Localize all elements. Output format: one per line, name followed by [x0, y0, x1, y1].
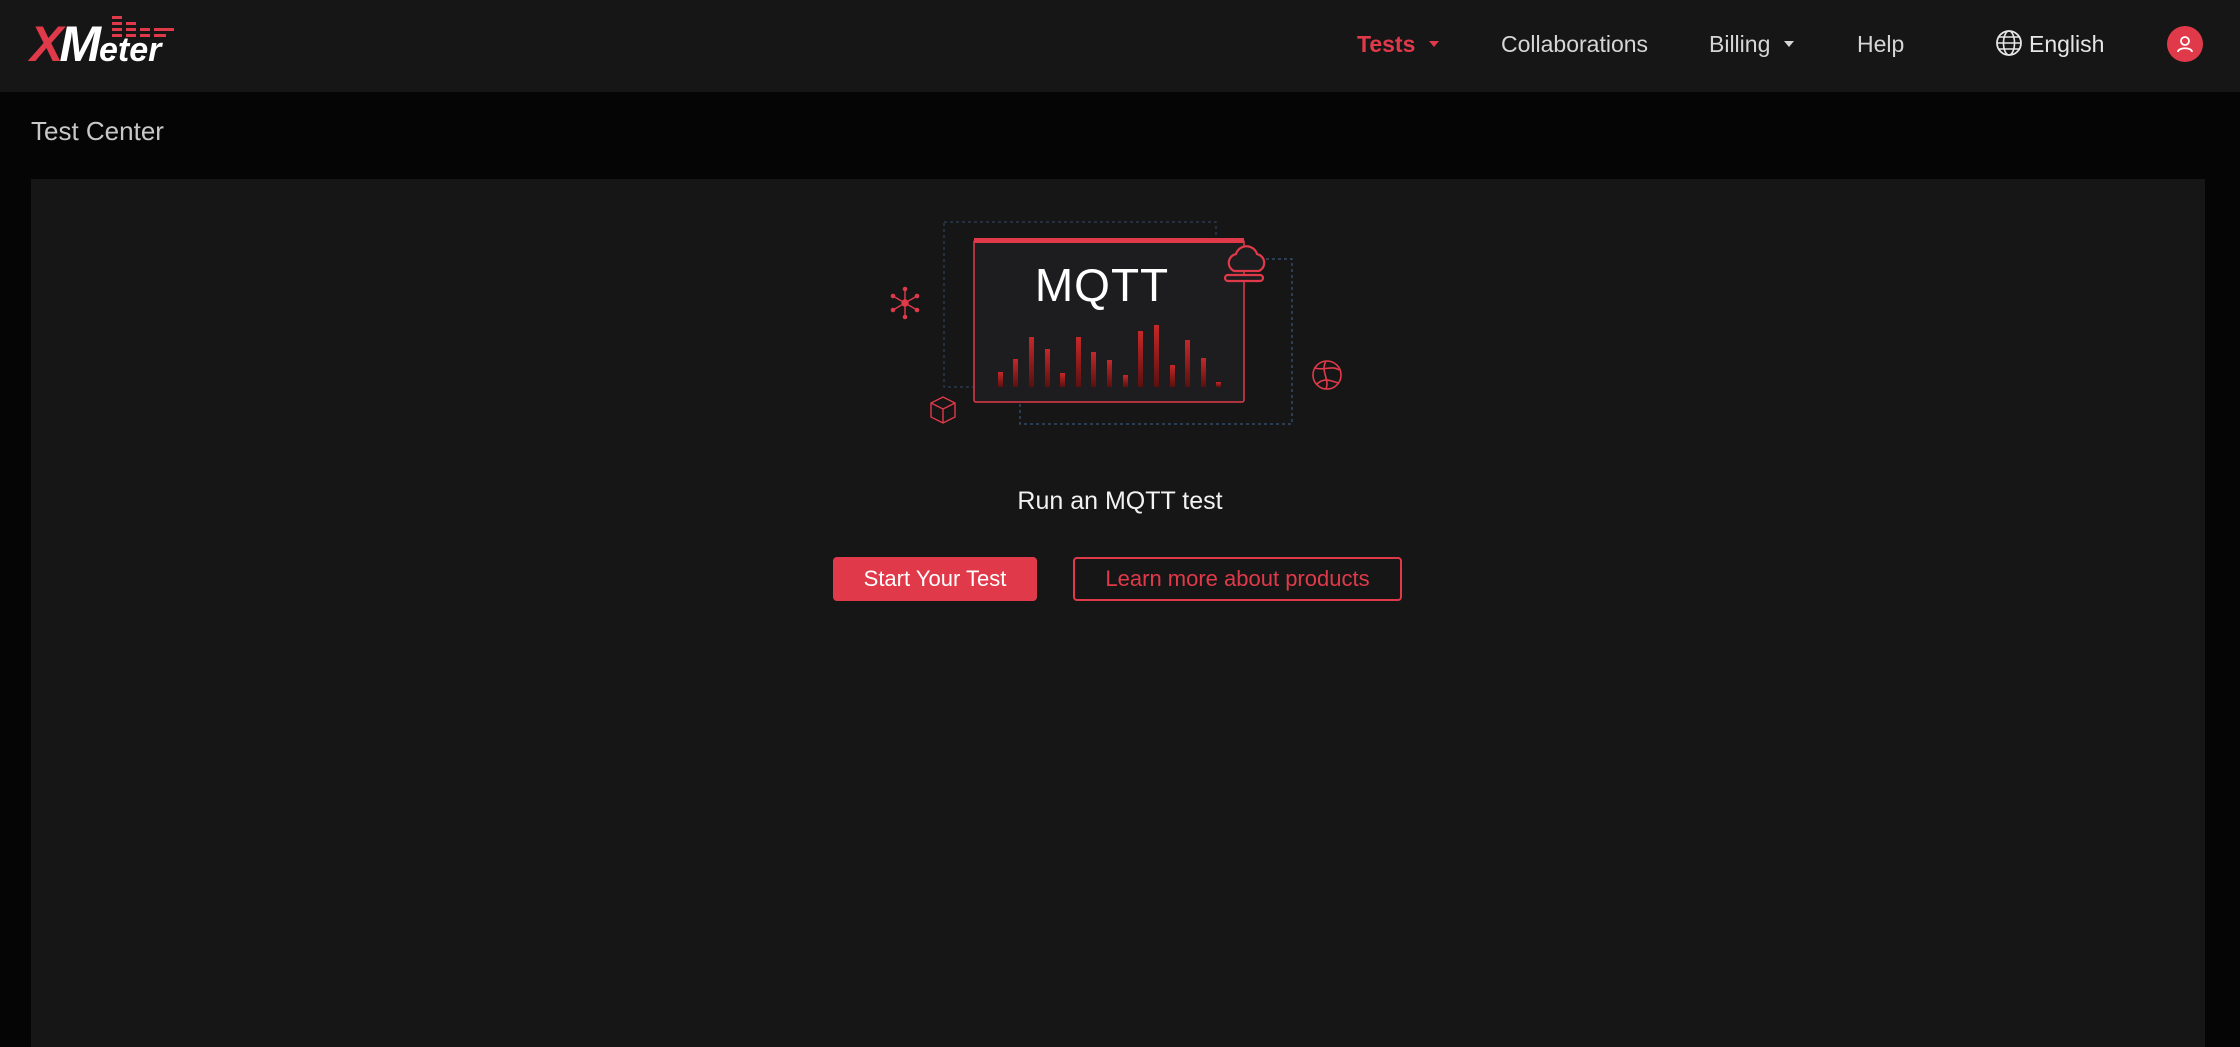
chevron-down-icon — [1429, 40, 1440, 47]
globe-icon — [1996, 30, 2022, 56]
globe-icon — [1312, 360, 1342, 390]
page-title: Test Center — [31, 116, 164, 146]
chevron-down-icon — [1784, 40, 1795, 47]
cube-icon — [930, 396, 956, 424]
nav-help-label: Help — [1857, 31, 1905, 57]
nav-billing-label: Billing — [1709, 31, 1771, 57]
language-label: English — [2029, 31, 2105, 57]
logo-equalizer-icon — [112, 16, 174, 37]
nav-tests-label: Tests — [1357, 31, 1416, 57]
network-node-icon — [890, 286, 920, 320]
nav-help[interactable]: Help — [1857, 24, 1904, 64]
illustration-title: MQTT — [1034, 259, 1170, 311]
nav-billing-dropdown[interactable]: Billing — [1709, 24, 1795, 64]
nav-tests-dropdown[interactable]: Tests — [1357, 24, 1440, 64]
start-your-test-button[interactable]: Start Your Test — [833, 557, 1037, 601]
xmeter-logo[interactable]: XMeter — [30, 16, 175, 70]
top-navigation-bar: XMeter Tests Collaborations Billing Help — [0, 0, 2240, 92]
user-avatar[interactable] — [2167, 26, 2203, 62]
nav-collaborations-label: Collaborations — [1501, 31, 1649, 57]
nav-collaborations[interactable]: Collaborations — [1501, 24, 1648, 64]
mqtt-illustration — [890, 221, 1342, 425]
user-icon — [2177, 36, 2193, 53]
empty-state-headline: Run an MQTT test — [1017, 487, 1223, 515]
learn-more-button[interactable]: Learn more about products — [1073, 557, 1402, 601]
language-selector[interactable]: English — [1995, 24, 2104, 64]
